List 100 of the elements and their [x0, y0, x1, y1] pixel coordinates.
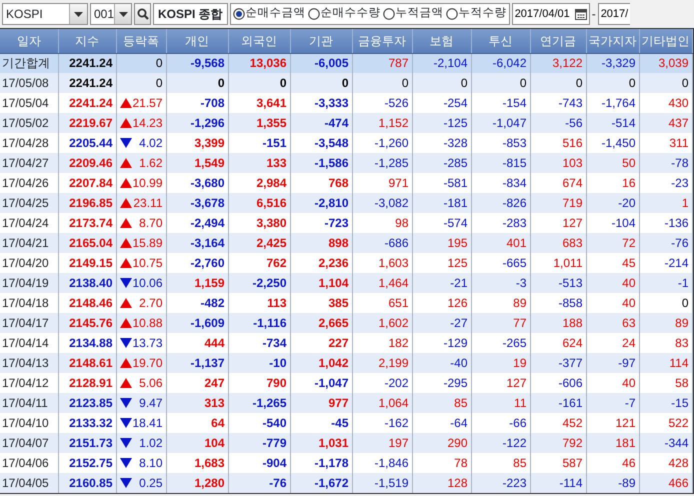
date-cell: 17/05/08	[0, 73, 58, 93]
table-cell: 313	[166, 393, 228, 413]
column-header[interactable]: 외국인	[228, 29, 290, 53]
change-value: 2.70	[139, 295, 162, 312]
table-cell: -3,329	[586, 53, 639, 73]
table-cell: 50	[586, 153, 639, 173]
change-value: 10.06	[132, 275, 162, 292]
table-cell: 128	[412, 473, 471, 493]
table-cell: -815	[471, 153, 530, 173]
search-icon	[136, 8, 148, 20]
column-header[interactable]: 일자	[0, 29, 58, 53]
radio-icon[interactable]	[308, 8, 320, 20]
table-cell: -1,116	[228, 313, 290, 333]
table-cell: -21	[412, 273, 471, 293]
change-value: 10.99	[132, 175, 162, 192]
caret-icon	[118, 12, 128, 16]
table-cell: -15	[639, 393, 692, 413]
table-cell: -125	[412, 113, 471, 133]
change-value: 0	[156, 55, 162, 72]
index-cell: 2138.40	[58, 273, 116, 293]
column-header[interactable]: 투신	[471, 29, 530, 53]
table-cell: 0	[586, 73, 639, 93]
table-cell: -1,265	[228, 393, 290, 413]
change-value: 13.73	[132, 335, 162, 352]
table-cell: 0	[228, 73, 290, 93]
table-cell: -9,568	[166, 53, 228, 73]
date-cell: 17/04/27	[0, 153, 58, 173]
column-header[interactable]: 개인	[166, 29, 228, 53]
radio-option[interactable]: 순매수금액	[232, 5, 306, 23]
table-cell: 1,602	[352, 313, 412, 333]
date-cell: 17/04/17	[0, 313, 58, 333]
table-cell: 0	[639, 73, 692, 93]
table-cell: -89	[586, 473, 639, 493]
table-cell: -514	[586, 113, 639, 133]
table-cell: 2,425	[228, 233, 290, 253]
table-cell: -122	[471, 433, 530, 453]
radio-icon[interactable]	[382, 8, 395, 20]
date-cell: 17/05/02	[0, 113, 58, 133]
table-cell: -6,042	[471, 53, 530, 73]
change-value: 8.70	[139, 215, 162, 232]
change-value: 18.41	[132, 415, 162, 432]
table-cell: -6,005	[290, 53, 352, 73]
column-header[interactable]: 연기금	[530, 29, 586, 53]
table-cell: -56	[530, 113, 586, 133]
table-cell: 2,199	[352, 353, 412, 373]
table-cell: 195	[412, 233, 471, 253]
table-cell: 0	[166, 73, 228, 93]
column-header[interactable]: 기관	[290, 29, 352, 53]
search-button[interactable]	[134, 3, 151, 25]
table-cell: -3,678	[166, 193, 228, 213]
column-header[interactable]: 보험	[412, 29, 471, 53]
table-cell: 89	[639, 313, 692, 333]
date-cell: 17/04/05	[0, 473, 58, 493]
table-cell: -3,082	[352, 193, 412, 213]
change-value: 19.70	[132, 355, 162, 372]
table-cell: -161	[530, 393, 586, 413]
table-cell: 104	[166, 433, 228, 453]
radio-option[interactable]: 순매수수량	[308, 5, 381, 23]
caret-icon	[74, 12, 83, 16]
index-cell: 2209.46	[58, 153, 116, 173]
market-dropdown[interactable]: KOSPI	[2, 3, 88, 25]
table-cell: 85	[412, 393, 471, 413]
column-header[interactable]: 금융투자	[352, 29, 412, 53]
column-header[interactable]: 기타법인	[639, 29, 692, 53]
dropdown-button[interactable]	[69, 4, 87, 24]
index-cell: 2151.73	[58, 433, 116, 453]
table-cell: -76	[639, 233, 692, 253]
radio-option[interactable]: 누적금액	[382, 5, 444, 23]
table-cell: 0	[412, 73, 471, 93]
column-header[interactable]: 지수	[58, 29, 116, 53]
table-cell: -1,285	[352, 153, 412, 173]
table-cell: 1	[639, 193, 692, 213]
column-header[interactable]: 국가지자	[586, 29, 639, 53]
table-cell: 3,039	[639, 53, 692, 73]
radio-icon[interactable]	[446, 8, 458, 20]
table-cell: 466	[639, 473, 692, 493]
table-cell: 0	[352, 73, 412, 93]
index-cell: 2219.67	[58, 113, 116, 133]
column-header[interactable]: 등락폭	[116, 29, 166, 53]
table-cell: 977	[290, 393, 352, 413]
table-cell: 1,104	[290, 273, 352, 293]
radio-option[interactable]: 누적수량	[446, 5, 507, 23]
code-dropdown[interactable]: 001	[90, 3, 132, 25]
change-value: 14.23	[132, 115, 162, 132]
table-cell: 0	[471, 73, 530, 93]
table-cell: 63	[586, 313, 639, 333]
table-cell: -3	[471, 273, 530, 293]
table-cell: -27	[412, 313, 471, 333]
table-cell: 11	[471, 393, 530, 413]
table-cell: 72	[586, 233, 639, 253]
table-cell: 898	[290, 233, 352, 253]
table-cell: -97	[586, 353, 639, 373]
dropdown-button[interactable]	[114, 4, 131, 24]
table-cell: 197	[352, 433, 412, 453]
table-cell: 0	[290, 73, 352, 93]
radio-icon[interactable]	[232, 8, 245, 20]
table-cell: 792	[530, 433, 586, 453]
table-cell: -114	[530, 473, 586, 493]
range-separator: -	[592, 6, 596, 23]
change-value: 9.47	[139, 395, 162, 412]
